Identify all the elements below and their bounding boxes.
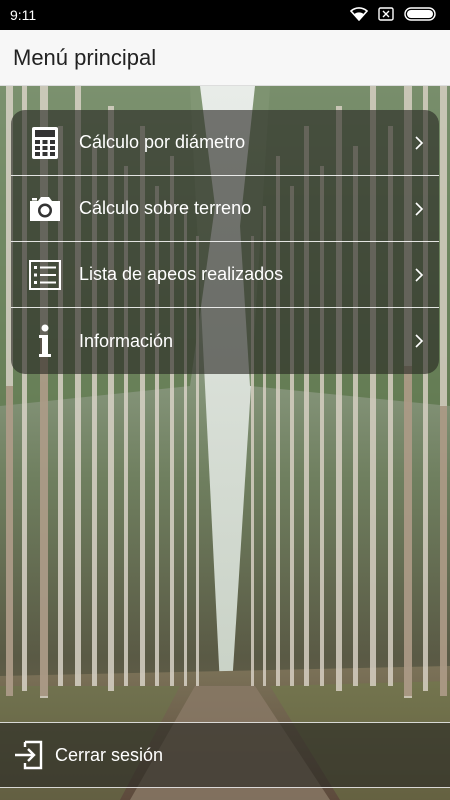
no-sim-icon	[378, 6, 394, 24]
calculator-icon	[11, 126, 79, 159]
menu-item-label: Lista de apeos realizados	[79, 264, 284, 284]
list-icon	[11, 259, 79, 290]
menu-item-label: Información	[79, 330, 174, 351]
menu-item-informacion[interactable]: Información	[11, 308, 439, 374]
info-icon	[11, 324, 79, 358]
status-bar: 9:11	[0, 0, 450, 30]
main-menu: Cálculo por diámetro Cálculo sobre terre…	[11, 110, 439, 374]
logout-button[interactable]: Cerrar sesión	[0, 722, 450, 788]
menu-item-calculo-terreno[interactable]: Cálculo sobre terreno	[11, 176, 439, 242]
wifi-icon	[349, 6, 369, 24]
chevron-right-icon	[399, 135, 439, 151]
chevron-right-icon	[399, 333, 439, 349]
battery-icon	[404, 6, 438, 24]
menu-item-label: Cálculo sobre terreno	[79, 198, 252, 218]
status-icons	[349, 6, 438, 24]
page-title: Menú principal	[13, 44, 157, 70]
logout-icon	[0, 740, 55, 770]
menu-item-lista-apeos[interactable]: Lista de apeos realizados	[11, 242, 439, 308]
status-time: 9:11	[10, 7, 37, 23]
chevron-right-icon	[399, 267, 439, 283]
chevron-right-icon	[399, 201, 439, 217]
camera-icon	[11, 196, 79, 222]
logout-label: Cerrar sesión	[55, 744, 164, 765]
menu-item-calculo-diametro[interactable]: Cálculo por diámetro	[11, 110, 439, 176]
menu-item-label: Cálculo por diámetro	[79, 132, 246, 152]
app-bar: Menú principal	[0, 30, 450, 86]
